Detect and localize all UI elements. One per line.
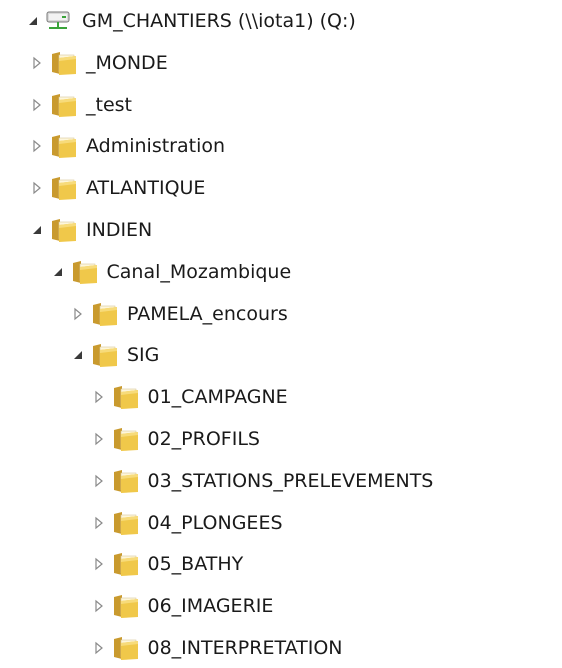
tree-item-folder[interactable]: _MONDE xyxy=(30,45,168,81)
tree-item-label: GM_CHANTIERS (\\iota1) (Q:) xyxy=(82,10,356,32)
collapsed-arrow-icon[interactable] xyxy=(92,641,106,655)
collapsed-arrow-icon[interactable] xyxy=(92,390,106,404)
folder-icon xyxy=(112,384,140,410)
folder-icon xyxy=(112,468,140,494)
expanded-arrow-icon[interactable] xyxy=(51,265,65,279)
expanded-arrow-icon[interactable] xyxy=(30,223,44,237)
tree-item-folder[interactable]: 02_PROFILS xyxy=(92,421,260,457)
folder-icon xyxy=(112,551,140,577)
collapsed-arrow-icon[interactable] xyxy=(92,432,106,446)
collapsed-arrow-icon[interactable] xyxy=(71,307,85,321)
folder-icon xyxy=(50,175,78,201)
tree-item-drive[interactable]: GM_CHANTIERS (\\iota1) (Q:) xyxy=(26,3,356,39)
tree-item-folder[interactable]: 03_STATIONS_PRELEVEMENTS xyxy=(92,463,434,499)
collapsed-arrow-icon[interactable] xyxy=(92,516,106,530)
tree-item-folder[interactable]: PAMELA_encours xyxy=(71,296,288,332)
tree-item-label: 02_PROFILS xyxy=(147,428,260,450)
tree-item-label: 03_STATIONS_PRELEVEMENTS xyxy=(147,469,434,492)
folder-icon xyxy=(50,50,78,76)
tree-item-folder[interactable]: SIG xyxy=(71,337,159,373)
tree-item-folder[interactable]: 06_IMAGERIE xyxy=(92,588,274,624)
folder-icon xyxy=(50,133,78,159)
tree-item-folder[interactable]: ATLANTIQUE xyxy=(30,170,205,206)
tree-item-label: 05_BATHY xyxy=(147,553,244,576)
folder-icon xyxy=(112,635,140,661)
folder-icon xyxy=(50,92,78,118)
folder-icon xyxy=(112,593,140,619)
tree-item-label: 08_INTERPRETATION xyxy=(147,637,343,659)
tree-item-label: Canal_Mozambique xyxy=(106,260,292,283)
tree-item-label: SIG xyxy=(127,344,160,367)
tree-item-label: 06_IMAGERIE xyxy=(147,595,274,618)
folder-icon xyxy=(112,510,140,536)
tree-item-folder[interactable]: Administration xyxy=(30,128,225,164)
collapsed-arrow-icon[interactable] xyxy=(30,98,44,112)
collapsed-arrow-icon[interactable] xyxy=(92,599,106,613)
network-drive-icon xyxy=(44,9,74,33)
folder-icon xyxy=(112,426,140,452)
tree-item-label: _test xyxy=(86,93,132,116)
tree-item-label: PAMELA_encours xyxy=(127,302,288,325)
expanded-arrow-icon[interactable] xyxy=(71,348,85,362)
tree-item-label: Administration xyxy=(86,135,226,158)
tree-item-folder[interactable]: 05_BATHY xyxy=(92,546,244,582)
tree-item-label: 01_CAMPAGNE xyxy=(147,386,288,409)
tree-item-folder[interactable]: INDIEN xyxy=(30,212,152,248)
tree-item-folder[interactable]: 04_PLONGEES xyxy=(92,505,283,541)
collapsed-arrow-icon[interactable] xyxy=(30,139,44,153)
collapsed-arrow-icon[interactable] xyxy=(92,474,106,488)
folder-tree: GM_CHANTIERS (\\iota1) (Q:) _MONDE _test Ad… xyxy=(0,0,562,668)
folder-icon xyxy=(91,301,119,327)
folder-icon xyxy=(91,342,119,368)
folder-icon xyxy=(71,259,99,285)
tree-item-folder[interactable]: _test xyxy=(30,87,132,123)
collapsed-arrow-icon[interactable] xyxy=(30,56,44,70)
tree-item-label: _MONDE xyxy=(86,51,168,74)
expanded-arrow-icon[interactable] xyxy=(26,14,40,28)
tree-item-label: ATLANTIQUE xyxy=(86,177,206,200)
tree-item-folder[interactable]: Canal_Mozambique xyxy=(51,254,292,290)
tree-item-folder[interactable]: 01_CAMPAGNE xyxy=(92,379,288,415)
tree-item-folder[interactable]: 08_INTERPRETATION xyxy=(92,630,343,666)
tree-item-label: INDIEN xyxy=(86,219,153,241)
collapsed-arrow-icon[interactable] xyxy=(92,557,106,571)
tree-item-label: 04_PLONGEES xyxy=(147,511,283,534)
folder-icon xyxy=(50,217,78,243)
collapsed-arrow-icon[interactable] xyxy=(30,181,44,195)
